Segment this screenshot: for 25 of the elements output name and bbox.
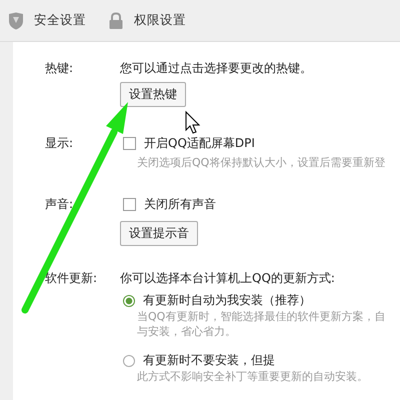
option-note: 此方式不影响安全补丁等重要更新的自动安装。 — [137, 369, 368, 384]
settings-tab[interactable]: 安全设置 — [8, 12, 86, 30]
hotkey-label: 热键: — [45, 60, 74, 77]
settings-tab[interactable]: 权限设置 — [108, 12, 186, 30]
shield-icon — [8, 12, 24, 30]
checkbox[interactable] — [123, 198, 136, 211]
update-label: 软件更新: — [45, 270, 98, 287]
update-description: 你可以选择本台计算机上QQ的更新方式: — [120, 270, 335, 287]
sound-label: 声音: — [45, 196, 74, 213]
radio-button[interactable] — [123, 354, 135, 366]
checkbox[interactable] — [123, 137, 136, 150]
mouse-cursor-icon — [186, 110, 200, 134]
display-note: 关闭选项后QQ将保持默认大小，设置后需要重新登 — [137, 155, 386, 170]
hotkey-description: 您可以通过点击选择要更改的热键。 — [120, 60, 312, 77]
set-hotkey-button[interactable]: 设置热键 — [120, 82, 186, 107]
option-note: 当QQ有更新时，智能选择最佳的软件更新方案，自 — [137, 309, 386, 324]
checkbox-label: 开启QQ适配屏幕DPI — [144, 135, 255, 152]
radio-label: 有更新时自动为我安装（推荐） — [143, 292, 311, 309]
option-note: 与安装，省心省力。 — [137, 324, 237, 339]
padlock-icon — [108, 12, 124, 30]
radio-button[interactable] — [123, 294, 135, 306]
display-label: 显示: — [45, 135, 74, 152]
checkbox-label: 关闭所有声音 — [144, 196, 216, 213]
radio-label: 有更新时不要安装，但提 — [143, 352, 275, 369]
set-sound-button[interactable]: 设置提示音 — [120, 221, 198, 246]
